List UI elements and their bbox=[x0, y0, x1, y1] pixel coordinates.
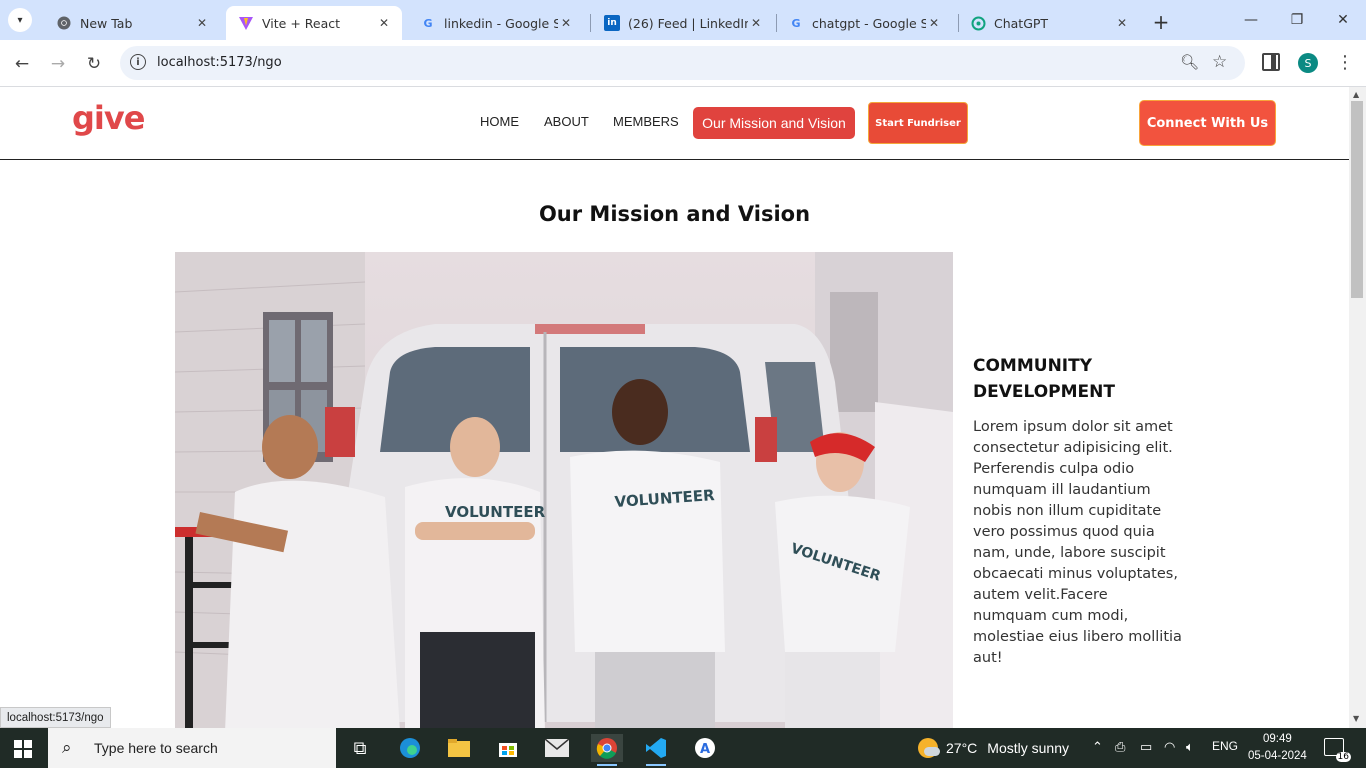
scroll-up-icon[interactable]: ▲ bbox=[1353, 90, 1359, 99]
vite-icon bbox=[238, 15, 254, 31]
tab-label: ChatGPT bbox=[994, 15, 1049, 31]
linkedin-icon: in bbox=[604, 15, 620, 31]
page-viewport: give HOME ABOUT MEMBERS Our Mission and … bbox=[0, 87, 1349, 728]
weather-text: Mostly sunny bbox=[987, 740, 1069, 756]
tab-linkedin-google[interactable]: G linkedin - Google Sea ✕ bbox=[408, 6, 584, 40]
close-icon[interactable]: ✕ bbox=[194, 15, 210, 31]
chatgpt-icon bbox=[970, 15, 986, 31]
close-icon[interactable]: ✕ bbox=[748, 15, 764, 31]
tab-search-button[interactable]: ▾ bbox=[8, 8, 32, 32]
tab-chatgpt-google[interactable]: G chatgpt - Google Sea ✕ bbox=[776, 6, 952, 40]
chrome-taskbar-icon[interactable] bbox=[591, 734, 623, 766]
close-icon[interactable]: ✕ bbox=[376, 15, 392, 31]
forward-button[interactable]: → bbox=[45, 51, 71, 77]
new-tab-button[interactable]: + bbox=[1150, 10, 1172, 34]
close-icon[interactable]: ✕ bbox=[1114, 15, 1130, 31]
battery-icon[interactable]: ▭ bbox=[1140, 739, 1152, 755]
windows-start-icon[interactable] bbox=[14, 740, 32, 758]
reload-icon: ↻ bbox=[86, 54, 102, 74]
restore-button[interactable]: ❐ bbox=[1274, 8, 1320, 32]
page-title: Our Mission and Vision bbox=[538, 202, 811, 226]
search-icon: ⌕ bbox=[62, 738, 72, 758]
photo-shirt-text: VOLUNTEER bbox=[445, 503, 546, 521]
tab-linkedin-feed[interactable]: in (26) Feed | LinkedIn ✕ bbox=[592, 6, 774, 40]
tab-new-tab[interactable]: New Tab ✕ bbox=[44, 6, 220, 40]
zoom-icon[interactable]: 🔍︎ bbox=[1180, 53, 1199, 71]
notification-center-icon[interactable]: 16 bbox=[1324, 738, 1351, 762]
task-view-icon[interactable]: ⧉ bbox=[344, 734, 376, 762]
store-icon[interactable] bbox=[492, 734, 524, 762]
google-icon: G bbox=[791, 16, 801, 30]
tab-label: (26) Feed | LinkedIn bbox=[628, 15, 748, 31]
url-text[interactable]: localhost:5173/ngo bbox=[157, 55, 282, 70]
notification-count: 16 bbox=[1335, 752, 1351, 762]
clock-date: 05-04-2024 bbox=[1248, 750, 1307, 762]
edge-icon[interactable] bbox=[394, 734, 426, 762]
status-bubble: localhost:5173/ngo bbox=[0, 707, 111, 728]
nav-about-link[interactable]: ABOUT bbox=[544, 114, 589, 129]
mail-icon[interactable] bbox=[541, 734, 573, 762]
chrome-icon bbox=[56, 15, 72, 31]
close-window-button[interactable]: ✕ bbox=[1320, 8, 1366, 32]
feature-body: Lorem ipsum dolor sit amet consectetur a… bbox=[973, 419, 1182, 666]
vscode-icon[interactable] bbox=[640, 734, 672, 766]
close-icon[interactable]: ✕ bbox=[926, 15, 942, 31]
tab-strip: ▾ New Tab ✕ Vite + React ✕ G linkedin - … bbox=[0, 0, 1366, 40]
tab-chatgpt[interactable]: ChatGPT ✕ bbox=[958, 6, 1140, 40]
file-explorer-icon[interactable] bbox=[443, 734, 475, 762]
language-indicator[interactable]: ENG bbox=[1212, 739, 1238, 753]
google-icon: G bbox=[423, 16, 433, 30]
chevron-up-icon[interactable]: ⌃ bbox=[1092, 739, 1103, 755]
side-panel-icon[interactable] bbox=[1262, 53, 1280, 71]
tab-vite-react[interactable]: Vite + React ✕ bbox=[226, 6, 402, 40]
minimize-button[interactable]: — bbox=[1228, 8, 1274, 32]
close-icon[interactable]: ✕ bbox=[558, 15, 574, 31]
chevron-down-icon: ▾ bbox=[17, 14, 23, 26]
weather-temp: 27°C bbox=[946, 740, 978, 756]
menu-kebab-icon[interactable]: ⋮ bbox=[1336, 52, 1354, 73]
page-scrollbar[interactable]: ▲ ▼ bbox=[1349, 87, 1366, 728]
address-bar[interactable]: i localhost:5173/ngo 🔍︎ ☆ bbox=[120, 46, 1245, 80]
arrow-right-icon: → bbox=[50, 54, 66, 74]
nav-mission-button[interactable]: Our Mission and Vision bbox=[693, 107, 855, 139]
profile-avatar[interactable]: S bbox=[1298, 53, 1318, 73]
system-clock[interactable]: 09:49 05-04-2024 bbox=[1248, 731, 1307, 765]
clock-time: 09:49 bbox=[1263, 733, 1292, 745]
nav-members-link[interactable]: MEMBERS bbox=[613, 114, 679, 129]
volume-icon[interactable]: 🔈︎ bbox=[1186, 739, 1194, 755]
connect-with-us-button[interactable]: Connect With Us bbox=[1139, 100, 1276, 146]
back-button[interactable]: ← bbox=[9, 51, 35, 77]
weather-widget[interactable]: 27°C Mostly sunny bbox=[918, 738, 1069, 758]
site-info-icon[interactable]: i bbox=[130, 54, 146, 70]
scrollbar-thumb[interactable] bbox=[1351, 101, 1363, 298]
tab-label: Vite + React bbox=[262, 15, 341, 31]
windows-taskbar: ⌕ Type here to search ⧉ A 27°C Mostly su… bbox=[0, 728, 1366, 768]
taskbar-search-box[interactable]: ⌕ Type here to search bbox=[48, 728, 336, 768]
volunteers-photo: VOLUNTEER VOLUNTEER VOLUNTEER bbox=[175, 252, 953, 728]
bookmark-star-icon[interactable]: ☆ bbox=[1212, 52, 1227, 72]
wifi-icon[interactable]: ◠ bbox=[1164, 739, 1175, 755]
tab-label: New Tab bbox=[80, 15, 133, 31]
reload-button[interactable]: ↻ bbox=[81, 51, 107, 77]
nav-home-link[interactable]: HOME bbox=[480, 114, 519, 129]
svg-text:A: A bbox=[700, 742, 710, 757]
meet-now-icon[interactable]: ⎙ bbox=[1115, 739, 1125, 755]
feature-heading: COMMUNITY DEVELOPMENT bbox=[973, 356, 1115, 402]
start-fundraiser-button[interactable]: Start Fundriser bbox=[868, 102, 968, 144]
tab-separator bbox=[590, 14, 591, 32]
browser-toolbar: ← → ↻ i localhost:5173/ngo 🔍︎ ☆ S ⋮ bbox=[0, 40, 1366, 87]
tab-label: chatgpt - Google Sea bbox=[812, 15, 926, 31]
weather-sun-icon bbox=[918, 738, 940, 758]
scroll-down-icon[interactable]: ▼ bbox=[1353, 714, 1359, 723]
arrow-left-icon: ← bbox=[14, 54, 30, 74]
app-icon[interactable]: A bbox=[689, 734, 721, 762]
browser-chrome: ▾ New Tab ✕ Vite + React ✕ G linkedin - … bbox=[0, 0, 1366, 87]
site-logo[interactable]: give bbox=[72, 99, 145, 137]
site-navbar: give HOME ABOUT MEMBERS Our Mission and … bbox=[0, 87, 1349, 160]
taskbar-search-placeholder: Type here to search bbox=[94, 740, 218, 756]
tab-label: linkedin - Google Sea bbox=[444, 15, 558, 31]
